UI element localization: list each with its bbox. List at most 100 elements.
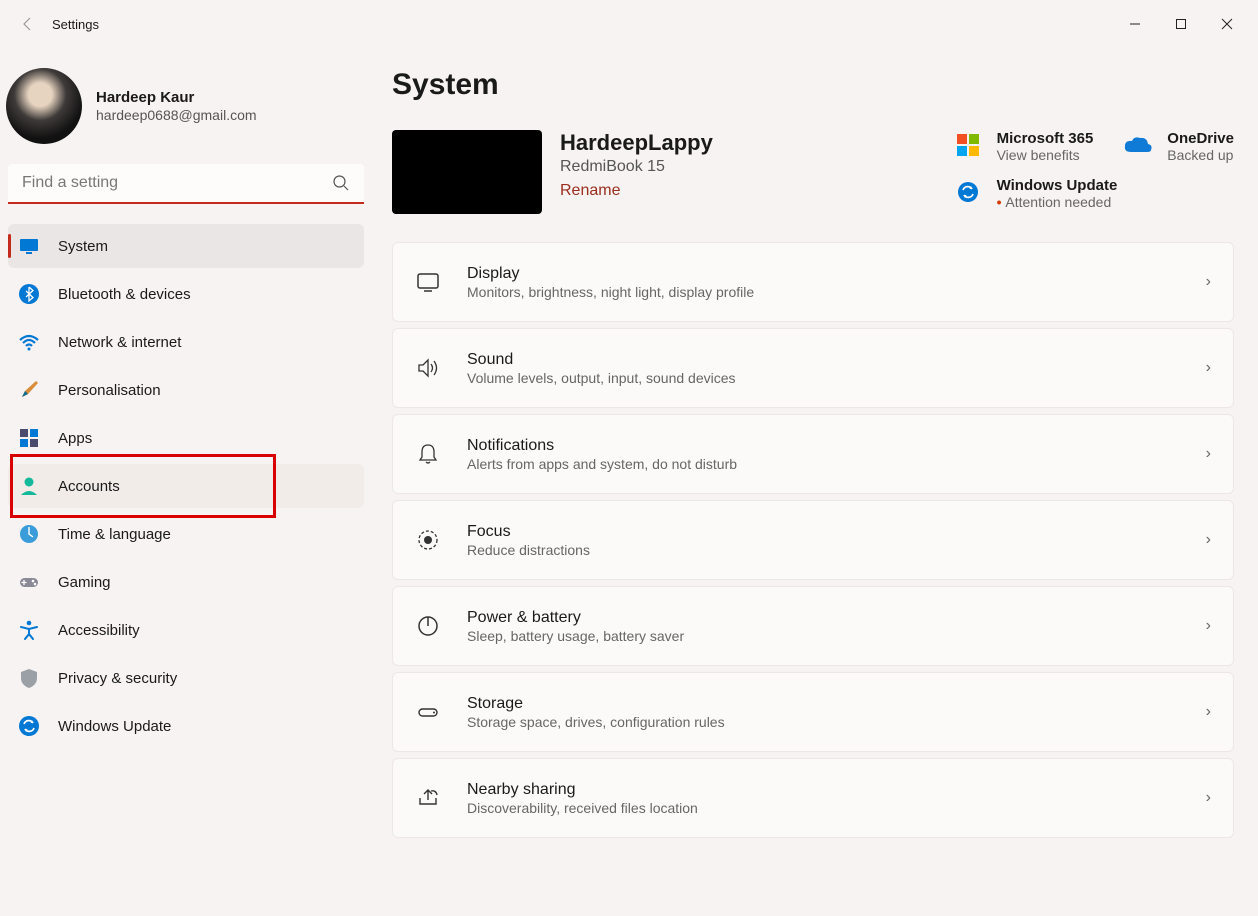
setting-row-sound[interactable]: SoundVolume levels, output, input, sound…	[392, 328, 1234, 408]
search-input[interactable]	[8, 164, 364, 204]
setting-desc: Alerts from apps and system, do not dist…	[467, 456, 1206, 472]
info-card-windows-update[interactable]: Windows UpdateAttention needed	[953, 177, 1118, 210]
info-card-title: Microsoft 365	[997, 130, 1094, 147]
setting-title: Sound	[467, 351, 1206, 369]
sidebar-item-label: Windows Update	[58, 718, 171, 735]
page-title: System	[392, 68, 1234, 102]
sidebar-item-gaming[interactable]: Gaming	[8, 560, 364, 604]
setting-title: Notifications	[467, 437, 1206, 455]
focus-icon	[415, 527, 441, 553]
profile-email: hardeep0688@gmail.com	[96, 107, 257, 123]
chevron-right-icon: ›	[1206, 531, 1211, 549]
info-card-sub: Backed up	[1167, 147, 1234, 163]
setting-row-display[interactable]: DisplayMonitors, brightness, night light…	[392, 242, 1234, 322]
onedrive-icon	[1123, 130, 1153, 160]
sidebar-item-network-internet[interactable]: Network & internet	[8, 320, 364, 364]
setting-row-storage[interactable]: StorageStorage space, drives, configurat…	[392, 672, 1234, 752]
chevron-right-icon: ›	[1206, 617, 1211, 635]
apps-icon	[18, 427, 40, 449]
sidebar-item-system[interactable]: System	[8, 224, 364, 268]
sound-icon	[415, 355, 441, 381]
sidebar-item-label: Apps	[58, 430, 92, 447]
device-name: HardeepLappy	[560, 130, 713, 156]
info-card-sub: View benefits	[997, 147, 1094, 163]
minimize-icon	[1129, 18, 1141, 30]
sidebar-item-label: Network & internet	[58, 334, 181, 351]
sidebar-item-label: System	[58, 238, 108, 255]
accessibility-icon	[18, 619, 40, 641]
setting-desc: Storage space, drives, configuration rul…	[467, 714, 1206, 730]
wifi-icon	[18, 331, 40, 353]
info-card-microsoft-[interactable]: Microsoft 365View benefits	[953, 130, 1094, 163]
sidebar-item-label: Bluetooth & devices	[58, 286, 191, 303]
close-button[interactable]	[1204, 8, 1250, 40]
sidebar-item-label: Accessibility	[58, 622, 140, 639]
minimize-button[interactable]	[1112, 8, 1158, 40]
sidebar-item-label: Time & language	[58, 526, 171, 543]
setting-row-focus[interactable]: FocusReduce distractions›	[392, 500, 1234, 580]
annotation-box	[10, 454, 276, 518]
shield-icon	[18, 667, 40, 689]
brush-icon	[18, 379, 40, 401]
setting-title: Nearby sharing	[467, 781, 1206, 799]
sync-icon	[18, 715, 40, 737]
setting-desc: Volume levels, output, input, sound devi…	[467, 370, 1206, 386]
chevron-right-icon: ›	[1206, 703, 1211, 721]
app-title: Settings	[52, 17, 99, 32]
rename-link[interactable]: Rename	[560, 182, 620, 200]
profile-block[interactable]: Hardeep Kaur hardeep0688@gmail.com	[6, 60, 364, 164]
device-card: HardeepLappy RedmiBook 15 Rename	[392, 130, 937, 214]
sidebar-item-time-language[interactable]: Time & language	[8, 512, 364, 556]
sidebar-item-privacy-security[interactable]: Privacy & security	[8, 656, 364, 700]
maximize-button[interactable]	[1158, 8, 1204, 40]
setting-desc: Reduce distractions	[467, 542, 1206, 558]
setting-title: Focus	[467, 523, 1206, 541]
info-card-onedrive[interactable]: OneDriveBacked up	[1123, 130, 1234, 163]
sidebar-item-label: Personalisation	[58, 382, 161, 399]
sidebar-item-accounts[interactable]: Accounts	[8, 464, 364, 508]
monitor-icon	[18, 235, 40, 257]
profile-name: Hardeep Kaur	[96, 89, 257, 106]
chevron-right-icon: ›	[1206, 359, 1211, 377]
sidebar-item-bluetooth-devices[interactable]: Bluetooth & devices	[8, 272, 364, 316]
person-icon	[18, 475, 40, 497]
info-card-title: OneDrive	[1167, 130, 1234, 147]
share-icon	[415, 785, 441, 811]
info-card-title: Windows Update	[997, 177, 1118, 194]
sidebar-item-label: Gaming	[58, 574, 111, 591]
sidebar-item-accessibility[interactable]: Accessibility	[8, 608, 364, 652]
sidebar-item-windows-update[interactable]: Windows Update	[8, 704, 364, 748]
setting-desc: Monitors, brightness, night light, displ…	[467, 284, 1206, 300]
sidebar-item-label: Accounts	[58, 478, 120, 495]
setting-row-power-battery[interactable]: Power & batterySleep, battery usage, bat…	[392, 586, 1234, 666]
device-thumbnail	[392, 130, 542, 214]
avatar	[6, 68, 82, 144]
clock-globe-icon	[18, 523, 40, 545]
info-card-sub: Attention needed	[997, 194, 1118, 210]
setting-row-nearby-sharing[interactable]: Nearby sharingDiscoverability, received …	[392, 758, 1234, 838]
chevron-right-icon: ›	[1206, 273, 1211, 291]
back-button[interactable]	[8, 4, 48, 44]
display-icon	[415, 269, 441, 295]
storage-icon	[415, 699, 441, 725]
sidebar-item-apps[interactable]: Apps	[8, 416, 364, 460]
device-model: RedmiBook 15	[560, 158, 713, 176]
sync-icon	[953, 177, 983, 207]
sidebar-nav: System Bluetooth & devices Network & inter…	[8, 224, 364, 748]
setting-title: Storage	[467, 695, 1206, 713]
sidebar-item-label: Privacy & security	[58, 670, 177, 687]
sidebar-item-personalisation[interactable]: Personalisation	[8, 368, 364, 412]
gamepad-icon	[18, 571, 40, 593]
bluetooth-icon	[18, 283, 40, 305]
setting-title: Power & battery	[467, 609, 1206, 627]
setting-title: Display	[467, 265, 1206, 283]
maximize-icon	[1175, 18, 1187, 30]
setting-desc: Discoverability, received files location	[467, 800, 1206, 816]
bell-icon	[415, 441, 441, 467]
close-icon	[1221, 18, 1233, 30]
ms365-icon	[953, 130, 983, 160]
setting-desc: Sleep, battery usage, battery saver	[467, 628, 1206, 644]
setting-row-notifications[interactable]: NotificationsAlerts from apps and system…	[392, 414, 1234, 494]
chevron-right-icon: ›	[1206, 445, 1211, 463]
chevron-right-icon: ›	[1206, 789, 1211, 807]
